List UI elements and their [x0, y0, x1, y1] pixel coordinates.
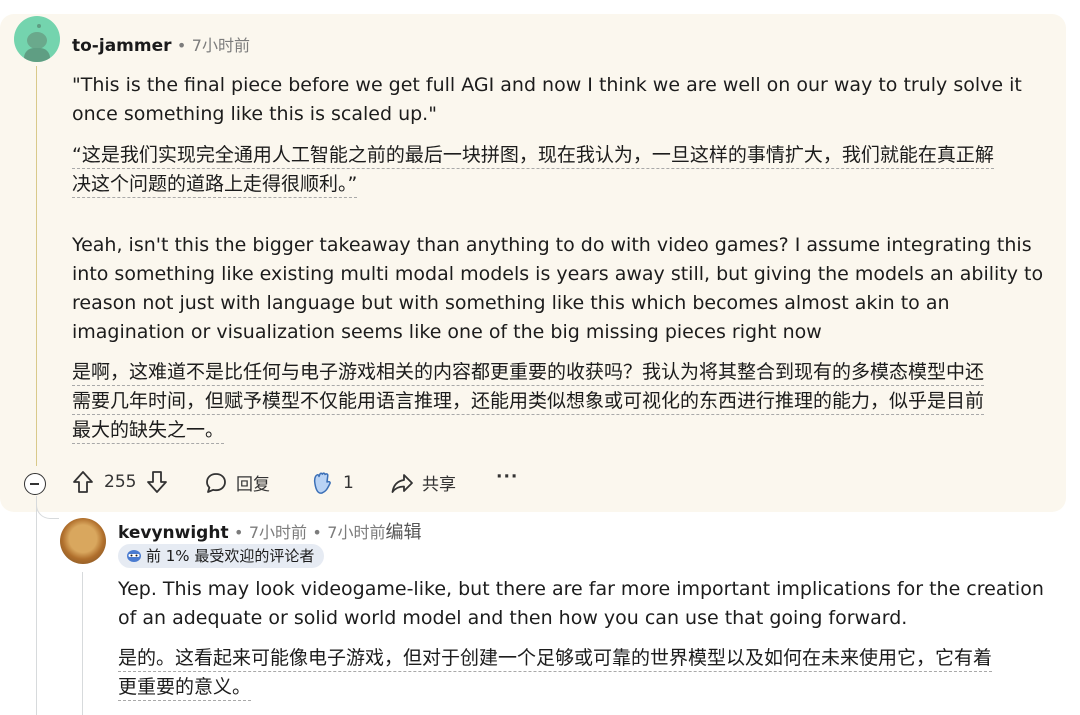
comment-body-english: Yep. This may look videogame-like, but t…	[118, 578, 1044, 629]
body-zh-line: 需要几年时间，但赋予模型不仅能用语言推理，还能用类似想象或可视化的东西进行推理的…	[72, 390, 985, 415]
timestamp[interactable]: 7小时前	[192, 36, 250, 55]
body-zh-line: 是的。这看起来可能像电子游戏，但对于创建一个足够或可靠的世界模型以及如何在未来使…	[118, 647, 993, 672]
comment-body-english: Yeah, isn't this the bigger takeaway tha…	[72, 234, 1044, 343]
award-button[interactable]: 1	[309, 470, 354, 496]
quote-zh-line: 决这个问题的道路上走得很顺利。”	[72, 173, 358, 198]
quote-english: "This is the final piece before we get f…	[72, 74, 1022, 125]
parent-thread-line[interactable]	[36, 496, 37, 715]
share-button[interactable]: 共享	[390, 470, 456, 495]
thread-line[interactable]	[36, 66, 37, 466]
comment-meta: kevynwight • 7小时前 • 7小时前编辑	[118, 518, 421, 544]
username[interactable]: kevynwight	[118, 523, 229, 543]
user-avatar-to-jammer[interactable]	[14, 16, 60, 62]
meta-separator: •	[176, 36, 187, 55]
more-options-icon: ···	[496, 467, 519, 487]
comment-body-chinese: 是啊，这难道不是比任何与电子游戏相关的内容都更重要的收获吗？我认为将其整合到现有…	[72, 358, 1062, 445]
quote-zh-line: “这是我们实现完全通用人工智能之前的最后一块拼图，现在我认为，一旦这样的事情扩大…	[72, 144, 994, 169]
commenter-badge-icon	[127, 550, 141, 562]
collapse-thread-button[interactable]	[24, 473, 46, 495]
vote-group: 255	[72, 470, 168, 494]
flair-text: 前 1% 最受欢迎的评论者	[146, 547, 315, 565]
edited-label: 编辑	[385, 522, 422, 543]
reply-connector	[36, 496, 59, 519]
meta-separator: •	[233, 523, 244, 542]
username[interactable]: to-jammer	[72, 36, 172, 56]
reply-label: 回复	[236, 475, 270, 495]
timestamp[interactable]: 7小时前	[249, 523, 307, 542]
upvote-icon[interactable]	[72, 470, 94, 494]
body-zh-line: 是啊，这难道不是比任何与电子游戏相关的内容都更重要的收获吗？我认为将其整合到现有…	[72, 361, 985, 386]
reply-bubble-icon	[206, 472, 226, 493]
thread-line[interactable]	[82, 572, 83, 715]
meta-separator: •	[312, 523, 322, 542]
share-arrow-icon	[391, 473, 413, 493]
more-options-button[interactable]: ···	[496, 467, 518, 487]
edited-timestamp: 7小时前	[327, 523, 386, 542]
award-count: 1	[343, 473, 354, 493]
vote-count: 255	[104, 472, 137, 492]
user-avatar-kevynwight[interactable]	[60, 518, 106, 564]
clapping-hands-icon	[313, 472, 331, 494]
body-zh-line: 更重要的意义。	[118, 676, 252, 701]
comment-meta: to-jammer • 7小时前	[72, 32, 250, 56]
comment-body-chinese: 是的。这看起来可能像电子游戏，但对于创建一个足够或可靠的世界模型以及如何在未来使…	[118, 644, 1068, 702]
user-flair-badge: 前 1% 最受欢迎的评论者	[118, 544, 325, 568]
share-label: 共享	[422, 475, 456, 495]
reply-button[interactable]: 回复	[204, 470, 270, 495]
quote-chinese: “这是我们实现完全通用人工智能之前的最后一块拼图，现在我认为，一旦这样的事情扩大…	[72, 141, 1062, 199]
body-zh-line: 最大的缺失之一。	[72, 419, 225, 444]
downvote-icon[interactable]	[146, 470, 168, 494]
